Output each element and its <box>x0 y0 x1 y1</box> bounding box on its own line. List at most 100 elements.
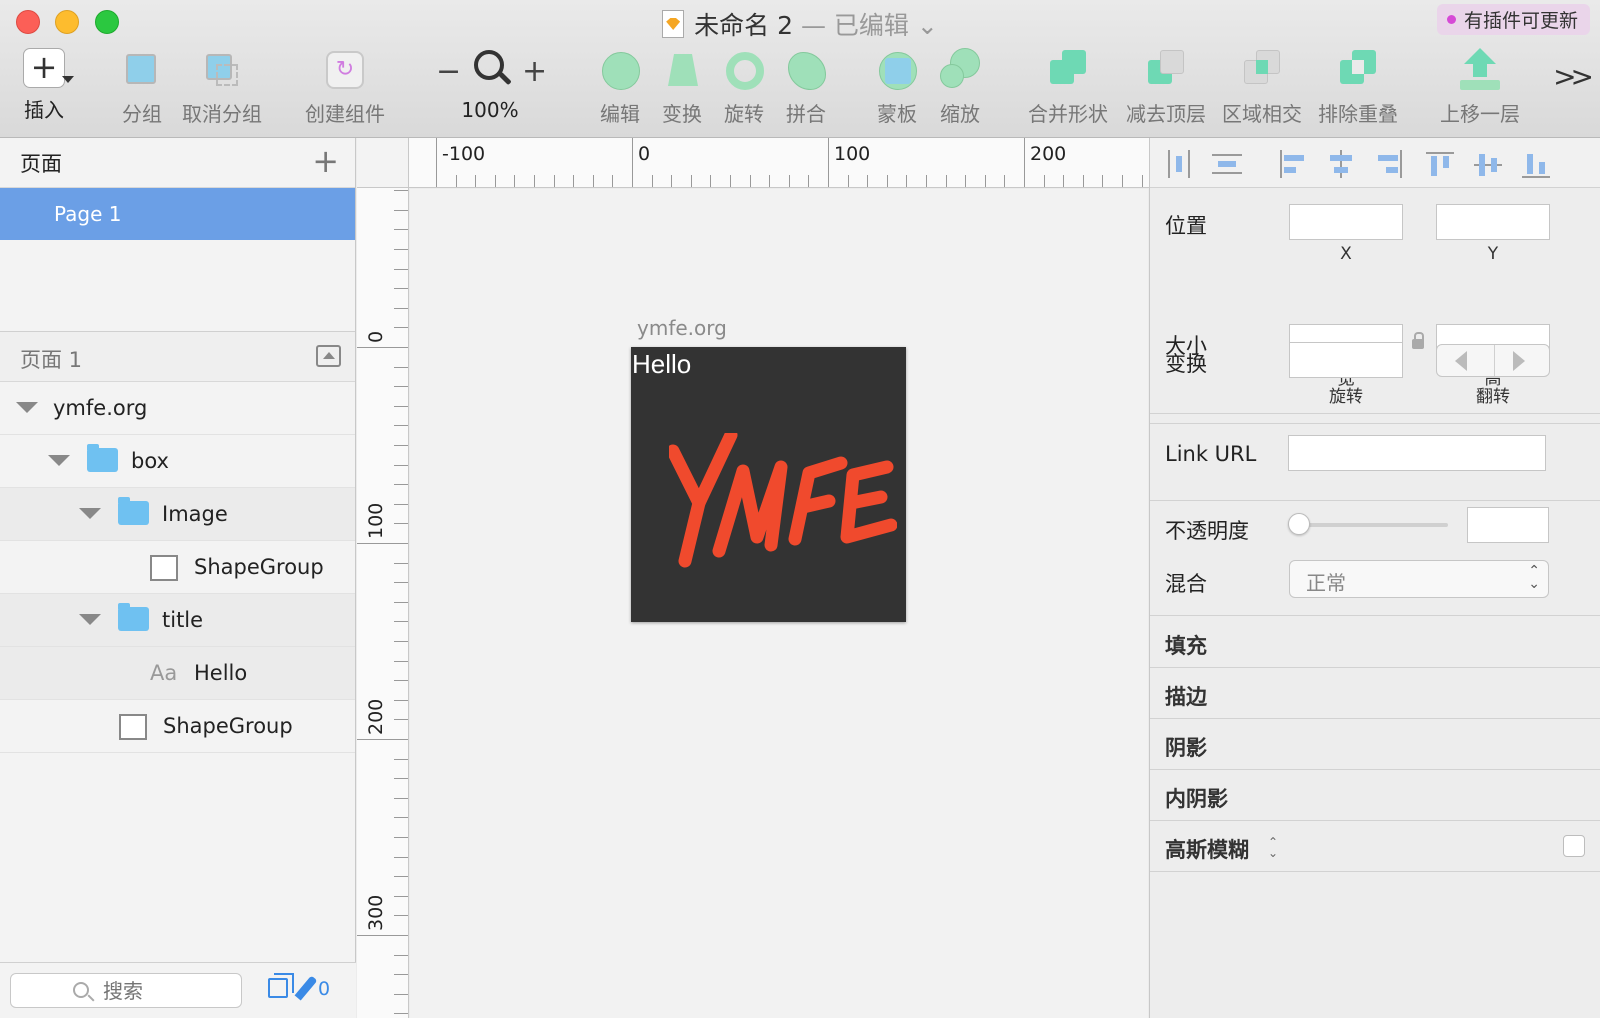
opacity-label: 不透明度 <box>1165 519 1249 543</box>
y-input[interactable] <box>1436 204 1550 240</box>
canvas[interactable]: ymfe.org Hello <box>410 189 1148 1018</box>
mask-button[interactable]: 蒙板 <box>873 48 921 127</box>
ruler-tick <box>394 307 408 309</box>
blend-label: 混合 <box>1165 572 1207 596</box>
plus-icon: + <box>23 48 65 88</box>
exportable-filter-icon[interactable] <box>268 973 294 998</box>
ruler-label: 100 <box>834 143 871 165</box>
ruler-tick <box>867 175 869 187</box>
ruler-tick <box>906 175 908 187</box>
union-button[interactable]: 合并形状 <box>1024 48 1112 127</box>
disclosure-triangle-icon[interactable] <box>48 455 70 466</box>
blur-enable-checkbox[interactable] <box>1563 835 1585 857</box>
intersect-button[interactable]: 区域相交 <box>1218 48 1306 127</box>
layer-row-text[interactable]: Aa Hello <box>0 647 355 700</box>
plugin-update-badge[interactable]: 有插件可更新 <box>1436 4 1590 35</box>
fill-section[interactable]: 填充 <box>1150 617 1600 668</box>
ruler-tick <box>788 175 790 187</box>
align-left-icon[interactable] <box>1278 150 1308 178</box>
layer-search[interactable] <box>10 973 242 1008</box>
blend-mode-select[interactable]: 正常 ⌃ ⌄ <box>1289 560 1549 598</box>
move-forward-button[interactable]: 上移一层 <box>1436 48 1524 127</box>
layer-row-group[interactable]: title <box>0 594 355 647</box>
appearance-section: 不透明度 混合 正常 ⌃ ⌄ <box>1150 502 1600 616</box>
layer-row-group[interactable]: box <box>0 435 355 488</box>
artboard[interactable]: Hello <box>631 347 906 622</box>
ruler-tick <box>1082 175 1084 187</box>
layer-row-artboard[interactable]: ymfe.org <box>0 382 355 435</box>
add-page-button[interactable]: + <box>312 142 339 180</box>
zoom-out-button[interactable]: − <box>436 54 461 89</box>
ymfe-logo-image[interactable] <box>669 433 897 573</box>
shadow-section[interactable]: 阴影 <box>1150 719 1600 770</box>
layer-row-shape[interactable]: ShapeGroup <box>0 541 355 594</box>
edit-button[interactable]: 编辑 <box>596 48 644 127</box>
inner-shadow-section[interactable]: 内阴影 <box>1150 770 1600 821</box>
zoom-in-button[interactable]: + <box>522 54 547 89</box>
link-url-input[interactable] <box>1288 435 1546 471</box>
layer-row-shape[interactable]: ShapeGroup <box>0 700 355 753</box>
create-symbol-button[interactable]: ↻ 创建组件 <box>302 48 388 127</box>
difference-icon <box>1336 48 1380 92</box>
ruler-tick <box>394 895 408 897</box>
ruler-tick <box>394 837 408 838</box>
hello-text-layer[interactable]: Hello <box>632 349 691 380</box>
vertical-ruler[interactable]: 0 100 200 300 <box>357 188 409 1018</box>
flip-horizontal-button[interactable] <box>1437 345 1494 376</box>
disclosure-triangle-icon[interactable] <box>16 402 38 413</box>
align-center-horizontal-icon[interactable] <box>1326 150 1356 178</box>
page-item-page-1[interactable]: Page 1 <box>0 188 355 240</box>
ruler-tick <box>612 175 614 187</box>
insert-button[interactable]: + 插入 <box>16 48 72 123</box>
x-input[interactable] <box>1289 204 1403 240</box>
group-button[interactable]: 分组 <box>114 48 170 127</box>
scale-button[interactable]: 缩放 <box>936 48 984 127</box>
y-label: Y <box>1487 244 1499 264</box>
align-top-icon[interactable] <box>1426 150 1456 178</box>
distribute-vertical-icon[interactable] <box>1212 150 1242 178</box>
ruler-tick <box>847 175 849 187</box>
toolbar-overflow-chevron-icon[interactable]: >> <box>1553 60 1594 93</box>
layer-row-group[interactable]: Image <box>0 488 355 541</box>
subtract-button[interactable]: 减去顶层 <box>1122 48 1210 127</box>
opacity-input[interactable] <box>1467 507 1549 543</box>
align-middle-vertical-icon[interactable] <box>1474 150 1504 178</box>
transform-button[interactable]: 变换 <box>658 48 706 127</box>
border-section[interactable]: 描边 <box>1150 668 1600 719</box>
group-label: 分组 <box>122 102 162 126</box>
shadow-label: 阴影 <box>1165 736 1207 760</box>
document-name: 未命名 2 <box>694 11 794 40</box>
insert-caret-down-icon[interactable] <box>62 76 74 83</box>
ruler-tick <box>394 817 408 819</box>
ruler-tick <box>394 1013 408 1015</box>
disclosure-triangle-icon[interactable] <box>79 508 101 519</box>
blur-label: 高斯模糊 <box>1165 838 1249 862</box>
title-chevron-down-icon[interactable]: ⌄ <box>917 11 938 40</box>
opacity-slider[interactable] <box>1300 523 1448 527</box>
rotation-input[interactable] <box>1289 342 1403 378</box>
page-list <box>0 240 355 332</box>
rotate-button[interactable]: 旋转 <box>720 48 768 127</box>
horizontal-ruler[interactable]: -100 0 100 200 <box>409 138 1149 188</box>
artboard-title[interactable]: ymfe.org <box>637 316 727 340</box>
align-bottom-icon[interactable] <box>1522 150 1552 178</box>
ruler-tick <box>1063 175 1065 187</box>
layer-search-input[interactable] <box>103 977 233 1004</box>
magnifier-icon <box>468 48 512 92</box>
disclosure-triangle-icon[interactable] <box>79 614 101 625</box>
opacity-slider-handle[interactable] <box>1288 513 1310 535</box>
difference-button[interactable]: 排除重叠 <box>1314 48 1402 127</box>
edited-filter-icon[interactable] <box>294 975 318 1001</box>
blur-type-stepper-icon[interactable]: ⌃ ⌄ <box>1268 836 1278 859</box>
align-right-icon[interactable] <box>1374 150 1404 178</box>
shape-icon <box>119 714 147 740</box>
flip-vertical-button[interactable] <box>1494 345 1551 376</box>
ungroup-button[interactable]: 取消分组 <box>180 48 264 127</box>
link-url-label: Link URL <box>1165 442 1257 466</box>
distribute-horizontal-icon[interactable] <box>1164 150 1194 178</box>
transform-label: 变换 <box>1165 352 1207 376</box>
flatten-button[interactable]: 拼合 <box>782 48 830 127</box>
current-page-title: 页面 1 <box>20 348 83 372</box>
collapse-pages-icon[interactable] <box>316 345 341 367</box>
ruler-tick <box>394 464 408 466</box>
